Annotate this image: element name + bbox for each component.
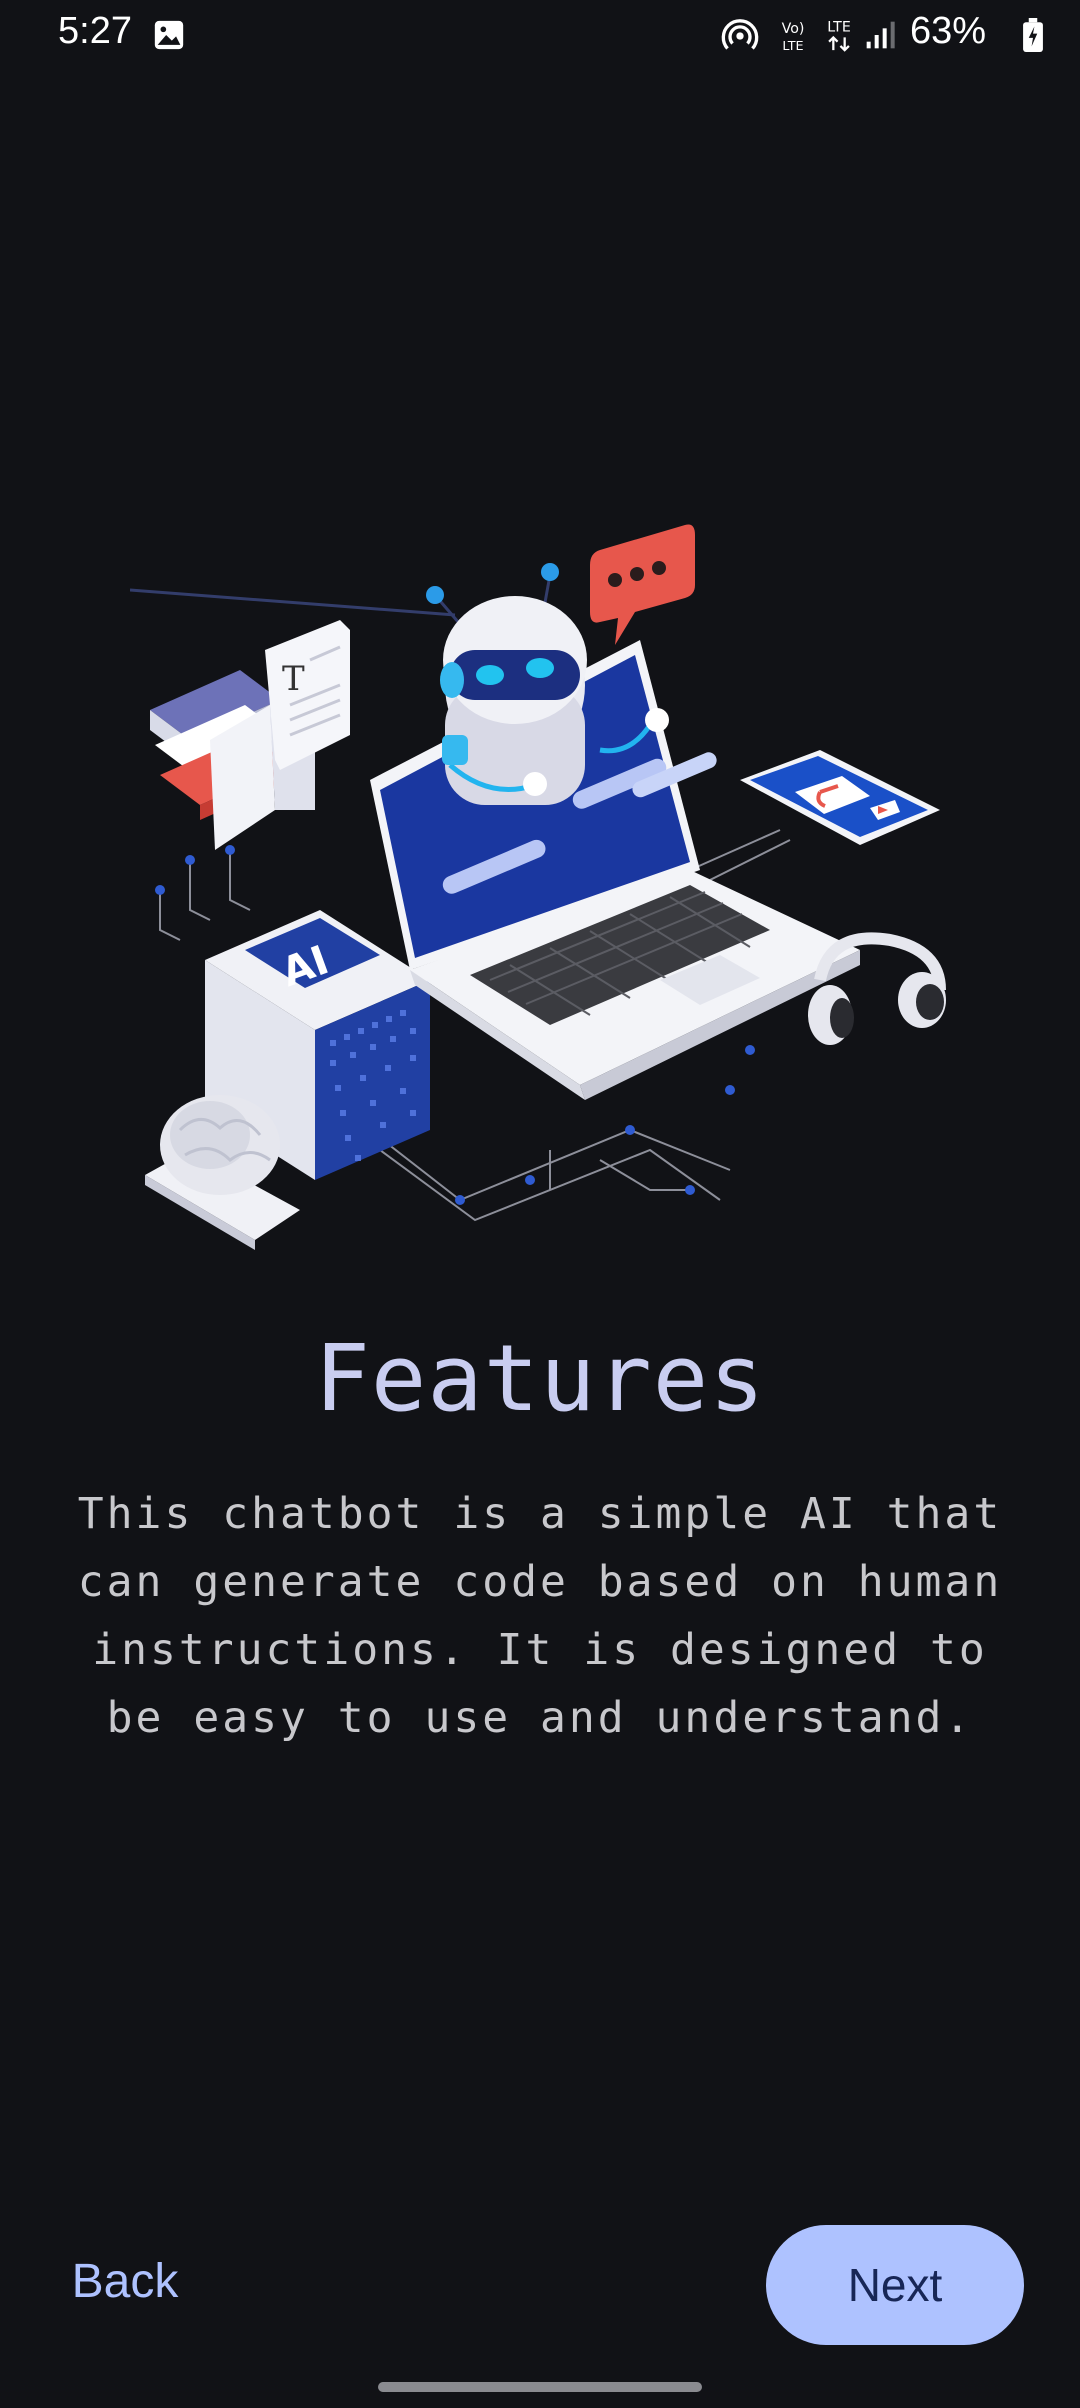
- headphones-icon: [808, 932, 946, 1045]
- svg-text:LTE: LTE: [782, 39, 803, 54]
- status-time: 5:27: [58, 10, 132, 52]
- feature-description: This chatbot is a simple AI that can gen…: [77, 1489, 1003, 1743]
- home-indicator[interactable]: [378, 2382, 702, 2392]
- back-button[interactable]: Back: [40, 2222, 210, 2342]
- phone-icon: [740, 750, 940, 845]
- battery-percent: 63%: [910, 10, 987, 52]
- svg-text:Vo): Vo): [782, 21, 805, 37]
- battery-charging-icon: [1023, 18, 1043, 52]
- status-bar: 5:27 Vo) LTE LTE 63%: [0, 0, 1080, 70]
- hotspot-icon: [721, 19, 759, 50]
- status-icons: Vo) LTE LTE 63%: [720, 0, 1080, 70]
- signal-icon: [866, 21, 895, 49]
- volte-icon: Vo) LTE: [782, 21, 805, 54]
- page-title: Features: [314, 1325, 766, 1432]
- lte-icon: LTE: [827, 20, 851, 52]
- books-icon: T: [150, 620, 350, 850]
- svg-text:LTE: LTE: [827, 20, 851, 36]
- next-button[interactable]: Next: [766, 2225, 1024, 2345]
- gallery-icon: [154, 20, 184, 50]
- onboarding-screen: 5:27 Vo) LTE LTE 63% T AI Features This …: [0, 0, 1080, 2408]
- book-letter: T: [282, 659, 305, 699]
- ai-assistant-illustration: T AI: [130, 524, 946, 1250]
- laptop-icon: [370, 640, 860, 1100]
- chat-bubble-icon: [590, 524, 695, 645]
